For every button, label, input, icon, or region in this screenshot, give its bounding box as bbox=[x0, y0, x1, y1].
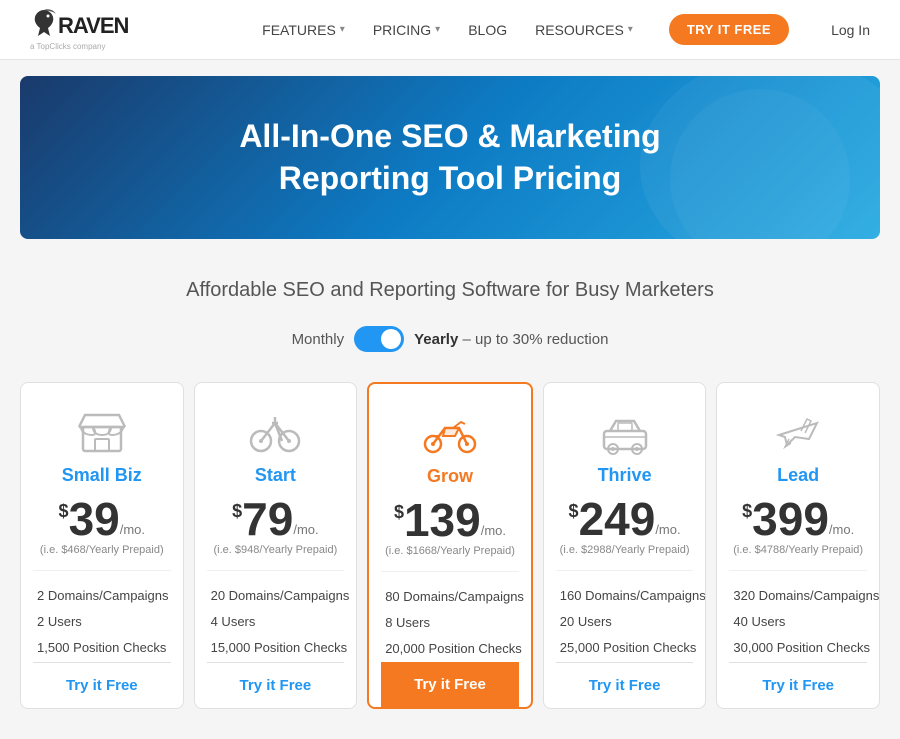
plan-cta-button[interactable]: Try it Free bbox=[207, 662, 345, 708]
subtitle-section: Affordable SEO and Reporting Software fo… bbox=[0, 255, 900, 312]
price-amount: 79 bbox=[242, 496, 293, 542]
hero-title: All-In-One SEO & Marketing Reporting Too… bbox=[40, 116, 860, 199]
nav-blog[interactable]: BLOG bbox=[468, 22, 507, 38]
airplane-icon bbox=[768, 407, 828, 457]
feature-item: 2 Domains/Campaigns bbox=[37, 583, 167, 609]
price-dollar-sign: $ bbox=[569, 502, 579, 520]
navigation: RAVEN a TopClicks company FEATURES ▾ PRI… bbox=[0, 0, 900, 60]
nav-try-free-button[interactable]: TRY IT FREE bbox=[669, 14, 789, 45]
plan-price: $ 249 /mo. bbox=[569, 496, 681, 542]
price-period: /mo. bbox=[829, 523, 854, 536]
feature-item: 20 Users bbox=[560, 609, 690, 635]
feature-item: 20,000 Position Checks bbox=[385, 636, 515, 662]
price-dollar-sign: $ bbox=[59, 502, 69, 520]
feature-item: 40 Users bbox=[733, 609, 863, 635]
pricing-cards: Small Biz $ 39 /mo. (i.e. $468/Yearly Pr… bbox=[0, 372, 900, 739]
nav-pricing[interactable]: PRICING ▾ bbox=[373, 22, 440, 38]
price-dollar-sign: $ bbox=[232, 502, 242, 520]
pricing-card-small-biz: Small Biz $ 39 /mo. (i.e. $468/Yearly Pr… bbox=[20, 382, 184, 709]
monthly-label: Monthly bbox=[292, 331, 345, 348]
price-dollar-sign: $ bbox=[742, 502, 752, 520]
yearly-note: (i.e. $4788/Yearly Prepaid) bbox=[733, 544, 863, 556]
yearly-note: (i.e. $948/Yearly Prepaid) bbox=[214, 544, 338, 556]
pricing-card-grow: Grow $ 139 /mo. (i.e. $1668/Yearly Prepa… bbox=[367, 382, 533, 709]
plan-name: Grow bbox=[427, 466, 473, 487]
logo-text: RAVEN bbox=[58, 13, 128, 39]
price-amount: 249 bbox=[579, 496, 656, 542]
plan-features: 320 Domains/Campaigns40 Users30,000 Posi… bbox=[729, 570, 867, 661]
nav-resources[interactable]: RESOURCES ▾ bbox=[535, 22, 633, 38]
store-icon bbox=[72, 407, 132, 457]
chevron-down-icon: ▾ bbox=[340, 24, 345, 35]
feature-item: 320 Domains/Campaigns bbox=[733, 583, 863, 609]
plan-price: $ 39 /mo. bbox=[59, 496, 145, 542]
feature-item: 80 Domains/Campaigns bbox=[385, 584, 515, 610]
pricing-card-lead: Lead $ 399 /mo. (i.e. $4788/Yearly Prepa… bbox=[716, 382, 880, 709]
raven-icon bbox=[30, 8, 58, 44]
feature-item: 4 Users bbox=[211, 609, 341, 635]
plan-features: 2 Domains/Campaigns2 Users1,500 Position… bbox=[33, 570, 171, 661]
nav-features[interactable]: FEATURES ▾ bbox=[262, 22, 345, 38]
plan-name: Thrive bbox=[598, 465, 652, 486]
feature-item: 20 Domains/Campaigns bbox=[211, 583, 341, 609]
feature-item: 8 Users bbox=[385, 610, 515, 636]
yearly-note: (i.e. $468/Yearly Prepaid) bbox=[40, 544, 164, 556]
yearly-note: (i.e. $2988/Yearly Prepaid) bbox=[560, 544, 690, 556]
chevron-down-icon: ▾ bbox=[435, 24, 440, 35]
feature-item: 15,000 Position Checks bbox=[211, 635, 341, 661]
plan-name: Start bbox=[255, 465, 296, 486]
price-period: /mo. bbox=[655, 523, 680, 536]
plan-features: 160 Domains/Campaigns20 Users25,000 Posi… bbox=[556, 570, 694, 661]
price-amount: 139 bbox=[404, 497, 481, 543]
pricing-card-thrive: Thrive $ 249 /mo. (i.e. $2988/Yearly Pre… bbox=[543, 382, 707, 709]
pricing-card-start: Start $ 79 /mo. (i.e. $948/Yearly Prepai… bbox=[194, 382, 358, 709]
feature-item: 30,000 Position Checks bbox=[733, 635, 863, 661]
price-period: /mo. bbox=[120, 523, 145, 536]
nav-login-link[interactable]: Log In bbox=[831, 22, 870, 38]
plan-cta-button[interactable]: Try it Free bbox=[729, 662, 867, 708]
feature-item: 160 Domains/Campaigns bbox=[560, 583, 690, 609]
plan-price: $ 79 /mo. bbox=[232, 496, 318, 542]
bicycle-icon bbox=[245, 407, 305, 457]
plan-cta-button[interactable]: Try it Free bbox=[381, 662, 519, 707]
logo[interactable]: RAVEN a TopClicks company bbox=[30, 8, 128, 51]
plan-features: 80 Domains/Campaigns8 Users20,000 Positi… bbox=[381, 571, 519, 662]
motorcycle-icon bbox=[420, 408, 480, 458]
plan-name: Lead bbox=[777, 465, 819, 486]
yearly-label: Yearly – up to 30% reduction bbox=[414, 331, 608, 348]
yearly-note: (i.e. $1668/Yearly Prepaid) bbox=[385, 545, 515, 557]
price-period: /mo. bbox=[293, 523, 318, 536]
price-period: /mo. bbox=[481, 524, 506, 537]
feature-item: 2 Users bbox=[37, 609, 167, 635]
plan-price: $ 139 /mo. bbox=[394, 497, 506, 543]
nav-links: FEATURES ▾ PRICING ▾ BLOG RESOURCES ▾ TR… bbox=[262, 14, 870, 45]
billing-toggle[interactable] bbox=[354, 326, 404, 352]
price-amount: 39 bbox=[69, 496, 120, 542]
plan-price: $ 399 /mo. bbox=[742, 496, 854, 542]
price-amount: 399 bbox=[752, 496, 829, 542]
plan-features: 20 Domains/Campaigns4 Users15,000 Positi… bbox=[207, 570, 345, 661]
hero-banner: All-In-One SEO & Marketing Reporting Too… bbox=[20, 76, 880, 239]
price-dollar-sign: $ bbox=[394, 503, 404, 521]
plan-cta-button[interactable]: Try it Free bbox=[33, 662, 171, 708]
feature-item: 25,000 Position Checks bbox=[560, 635, 690, 661]
billing-toggle-section: Monthly Yearly – up to 30% reduction bbox=[0, 312, 900, 372]
logo-sub: a TopClicks company bbox=[30, 42, 105, 51]
car-icon bbox=[595, 407, 655, 457]
subtitle-text: Affordable SEO and Reporting Software fo… bbox=[20, 279, 880, 302]
feature-item: 1,500 Position Checks bbox=[37, 635, 167, 661]
chevron-down-icon: ▾ bbox=[628, 24, 633, 35]
plan-name: Small Biz bbox=[62, 465, 142, 486]
plan-cta-button[interactable]: Try it Free bbox=[556, 662, 694, 708]
